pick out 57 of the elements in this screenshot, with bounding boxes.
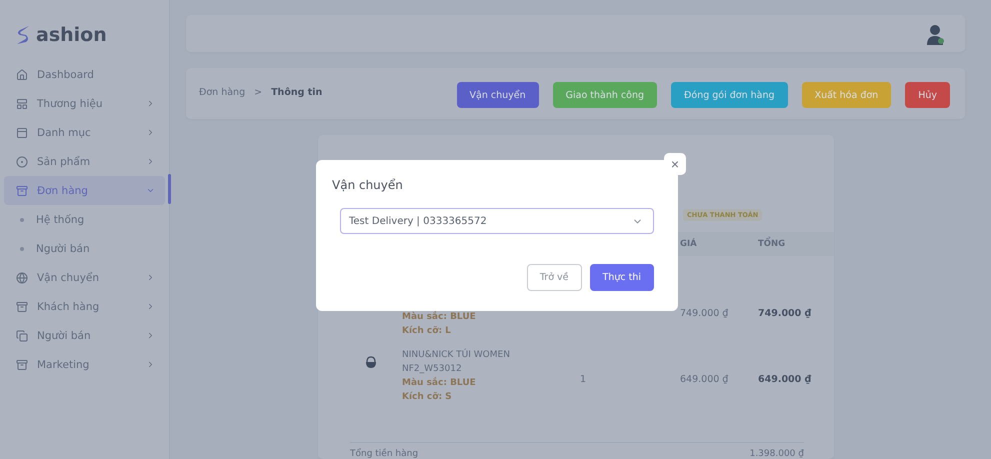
action-button[interactable]: Đóng gói đơn hàng bbox=[671, 82, 788, 108]
sidebar-item[interactable]: Sản phẩm bbox=[4, 147, 165, 176]
product-variant: Kích cỡ: L bbox=[402, 324, 452, 338]
breadcrumb-item[interactable]: Đơn hàng bbox=[199, 87, 246, 98]
chevron-right-icon bbox=[146, 128, 155, 137]
chevron-right-icon bbox=[146, 302, 155, 311]
sidebar-item[interactable]: Marketing bbox=[4, 350, 165, 379]
table-cell: 649.000 ₫ bbox=[680, 374, 728, 384]
home-icon bbox=[16, 68, 28, 80]
table-cell: 649.000 ₫ bbox=[758, 374, 812, 384]
panel-icon bbox=[16, 126, 28, 138]
table-cell: 1 bbox=[580, 374, 586, 384]
breadcrumb-item: Thông tin bbox=[271, 87, 322, 98]
product-name: NINU&NICK TÚI WOMEN NF2_W53012 bbox=[402, 348, 511, 376]
column-header: GIÁ bbox=[680, 239, 698, 249]
product-variant: Màu sắc: BLUE bbox=[402, 376, 477, 390]
chevron-right-icon bbox=[146, 99, 155, 108]
back-button[interactable]: Trở về bbox=[526, 264, 582, 291]
submit-button[interactable]: Thực thi bbox=[590, 264, 654, 291]
copy-icon bbox=[16, 330, 28, 342]
product-variant: Kích cỡ: S bbox=[402, 390, 453, 404]
submenu-item[interactable]: Người bán bbox=[0, 234, 169, 263]
brand-name: ashion bbox=[36, 24, 107, 46]
submenu-item[interactable]: Hệ thống bbox=[0, 205, 169, 234]
sidebar-item[interactable]: Danh mục bbox=[4, 118, 165, 147]
summary-label: Tổng tiền hàng bbox=[350, 449, 418, 459]
shipping-select[interactable]: Test Delivery | 0333365572 bbox=[340, 208, 654, 234]
sidebar-item[interactable]: Dashboard bbox=[4, 60, 165, 89]
breadcrumb-separator: > bbox=[254, 87, 262, 98]
action-button[interactable]: Hủy bbox=[905, 82, 950, 108]
sidebar-item[interactable]: Khách hàng bbox=[4, 292, 165, 321]
circle-icon bbox=[16, 156, 28, 168]
chevron-right-icon bbox=[146, 360, 155, 369]
chevron-right-icon bbox=[146, 331, 155, 340]
layout-icon bbox=[16, 98, 28, 110]
logo-icon bbox=[16, 25, 30, 45]
table-cell: 749.000 ₫ bbox=[680, 308, 728, 318]
sidebar-item[interactable]: Người bán bbox=[4, 321, 165, 350]
archive-icon bbox=[16, 184, 28, 196]
summary-value: 1.398.000 ₫ bbox=[750, 449, 804, 459]
archive-icon bbox=[16, 358, 28, 370]
sidebar-item[interactable]: Thương hiệu bbox=[4, 89, 165, 118]
archive-icon bbox=[16, 300, 28, 312]
action-button[interactable]: Vận chuyển bbox=[456, 82, 539, 108]
table-cell: 749.000 ₫ bbox=[758, 308, 812, 318]
close-button[interactable]: × bbox=[664, 153, 686, 175]
action-button[interactable]: Xuất hóa đơn bbox=[802, 82, 892, 108]
modal-title: Vận chuyển bbox=[332, 178, 404, 192]
chevron-down-icon bbox=[146, 186, 155, 195]
action-button[interactable]: Giao thành công bbox=[552, 82, 658, 108]
column-header: TỔNG bbox=[758, 239, 834, 249]
sidebar-item[interactable]: Vận chuyển bbox=[4, 263, 165, 292]
chevron-right-icon bbox=[146, 157, 155, 166]
chevron-right-icon bbox=[146, 273, 155, 282]
globe-icon bbox=[16, 272, 28, 284]
active-marker bbox=[168, 174, 171, 204]
product-variant: Màu sắc: BLUE bbox=[402, 310, 477, 324]
